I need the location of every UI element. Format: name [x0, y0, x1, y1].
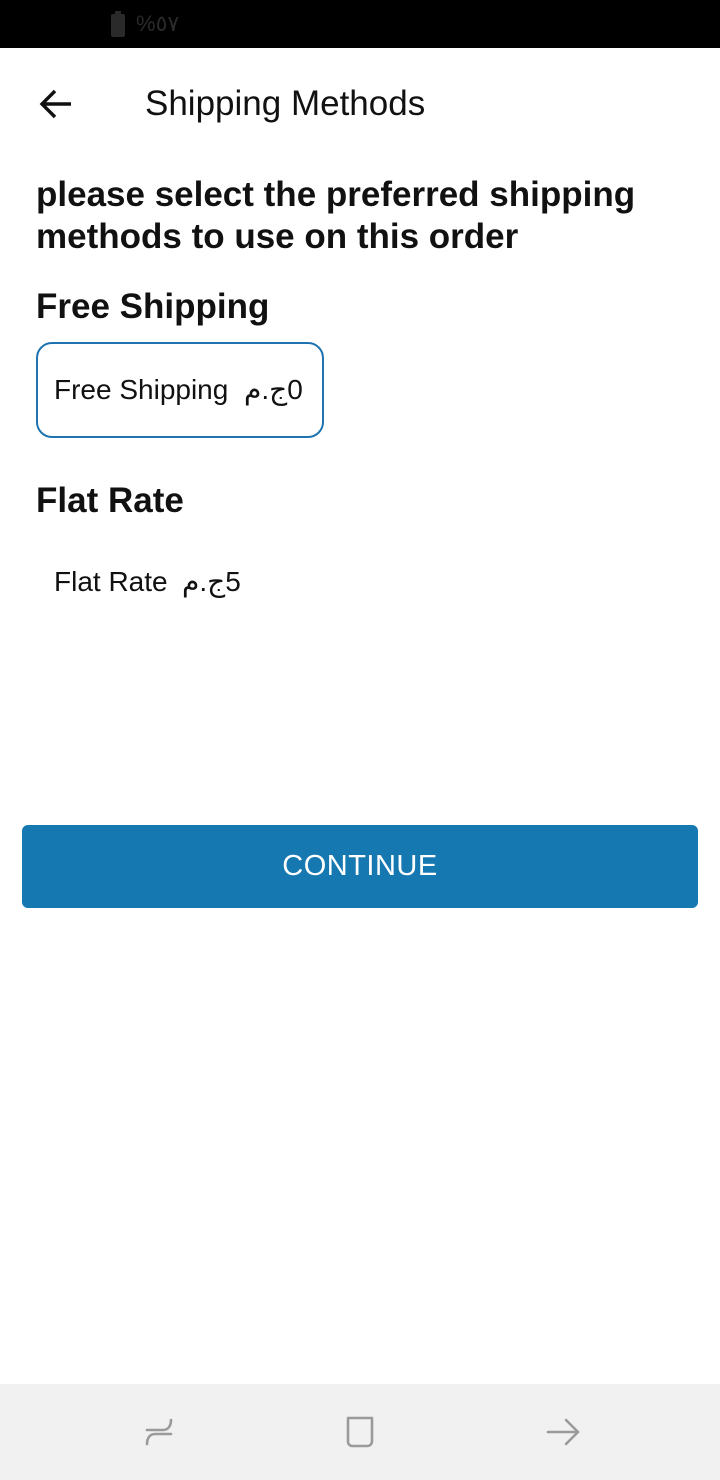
option-price: 0ج.م — [244, 374, 303, 405]
back-button[interactable] — [24, 80, 88, 128]
option-label: Free Shipping — [54, 374, 229, 405]
app-bar: Shipping Methods — [0, 48, 720, 160]
arrow-left-icon — [39, 89, 71, 119]
recent-apps-icon — [145, 1418, 173, 1446]
back-icon — [546, 1418, 580, 1446]
option-label: Flat Rate — [54, 566, 168, 597]
shipping-option-free-shipping[interactable]: Free Shipping 0ج.م — [36, 342, 324, 438]
continue-button[interactable]: CONTINUE — [22, 825, 698, 908]
battery-percentage: %٥٧ — [136, 11, 180, 36]
shipping-option-flat-rate[interactable]: Flat Rate 5ج.م — [36, 536, 320, 628]
instructions-text: please select the preferred shipping met… — [36, 175, 636, 256]
page-title: Shipping Methods — [145, 84, 426, 123]
section-title-flat-rate: Flat Rate — [36, 481, 184, 520]
section-title-free-shipping: Free Shipping — [36, 287, 270, 326]
home-icon — [346, 1416, 374, 1448]
battery-icon — [111, 11, 125, 37]
home-button[interactable] — [336, 1408, 384, 1456]
option-price: 5ج.م — [182, 566, 241, 597]
recent-apps-button[interactable] — [135, 1408, 183, 1456]
status-bar: %٥٧ — [0, 0, 720, 48]
back-nav-button[interactable] — [538, 1408, 586, 1456]
system-nav-bar — [0, 1384, 720, 1480]
